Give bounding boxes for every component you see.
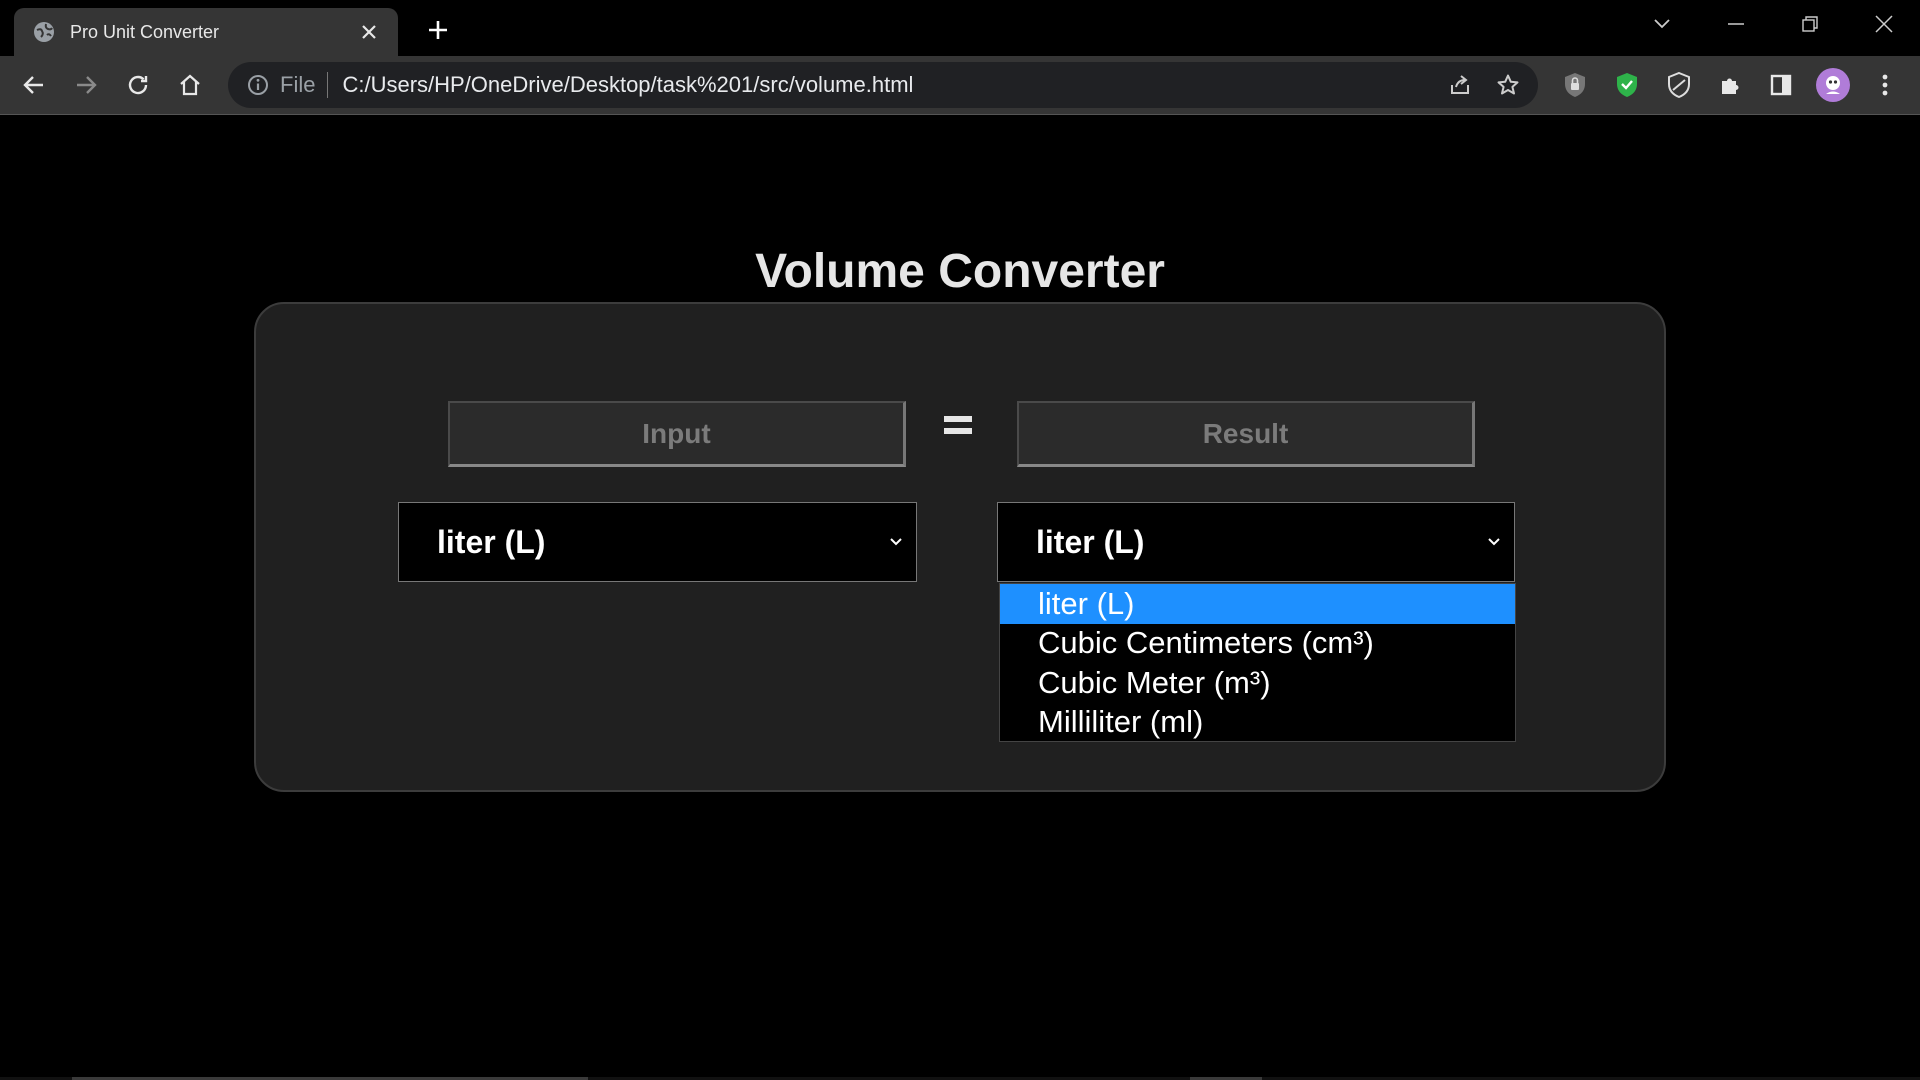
to-unit-select[interactable]: liter (L) bbox=[997, 502, 1515, 582]
close-icon[interactable] bbox=[354, 17, 384, 47]
chevron-down-icon bbox=[1482, 530, 1506, 554]
extensions-icon[interactable] bbox=[1712, 67, 1748, 103]
chevron-down-icon bbox=[884, 530, 908, 554]
address-bar[interactable]: File C:/Users/HP/OneDrive/Desktop/task%2… bbox=[228, 62, 1538, 108]
privacy-badger-icon[interactable] bbox=[1557, 67, 1593, 103]
plus-icon[interactable] bbox=[420, 12, 456, 48]
minimize-icon[interactable] bbox=[1716, 6, 1756, 42]
to-unit-selected: liter (L) bbox=[1036, 523, 1145, 560]
close-window-icon[interactable] bbox=[1864, 6, 1904, 42]
reload-icon[interactable] bbox=[120, 67, 156, 103]
back-icon[interactable] bbox=[16, 67, 52, 103]
input-field[interactable] bbox=[448, 401, 906, 467]
profile-avatar[interactable] bbox=[1815, 67, 1851, 103]
option-cubic-centimeters[interactable]: Cubic Centimeters (cm³) bbox=[1000, 624, 1515, 664]
share-icon[interactable] bbox=[1442, 67, 1478, 103]
to-unit-dropdown-list: liter (L) Cubic Centimeters (cm³) Cubic … bbox=[999, 583, 1516, 742]
adblock-shield-icon[interactable] bbox=[1609, 67, 1645, 103]
tab-title: Pro Unit Converter bbox=[70, 21, 220, 42]
option-milliliter[interactable]: Milliliter (ml) bbox=[1000, 703, 1515, 743]
from-unit-select[interactable]: liter (L) bbox=[398, 502, 917, 582]
page-title: Volume Converter bbox=[755, 245, 1165, 298]
url-text[interactable]: C:/Users/HP/OneDrive/Desktop/task%201/sr… bbox=[342, 72, 1442, 98]
tab-strip: Pro Unit Converter bbox=[0, 0, 1920, 56]
result-field[interactable] bbox=[1017, 401, 1475, 467]
vpn-shield-icon[interactable] bbox=[1661, 67, 1697, 103]
browser-tab[interactable]: Pro Unit Converter bbox=[14, 8, 398, 56]
forward-icon[interactable] bbox=[68, 67, 104, 103]
restore-icon[interactable] bbox=[1790, 6, 1830, 42]
star-icon[interactable] bbox=[1490, 67, 1526, 103]
side-panel-icon[interactable] bbox=[1763, 67, 1799, 103]
option-cubic-meter[interactable]: Cubic Meter (m³) bbox=[1000, 663, 1515, 703]
home-icon[interactable] bbox=[172, 67, 208, 103]
option-liter[interactable]: liter (L) bbox=[1000, 584, 1515, 624]
info-icon[interactable] bbox=[246, 73, 270, 97]
browser-toolbar: File C:/Users/HP/OneDrive/Desktop/task%2… bbox=[0, 56, 1920, 115]
scheme-label: File bbox=[280, 72, 316, 97]
chevron-down-icon[interactable] bbox=[1642, 6, 1682, 42]
globe-icon bbox=[32, 20, 56, 44]
address-divider bbox=[327, 72, 329, 98]
equals-sign bbox=[944, 412, 978, 442]
kebab-menu-icon[interactable] bbox=[1867, 67, 1903, 103]
from-unit-selected: liter (L) bbox=[437, 523, 546, 560]
